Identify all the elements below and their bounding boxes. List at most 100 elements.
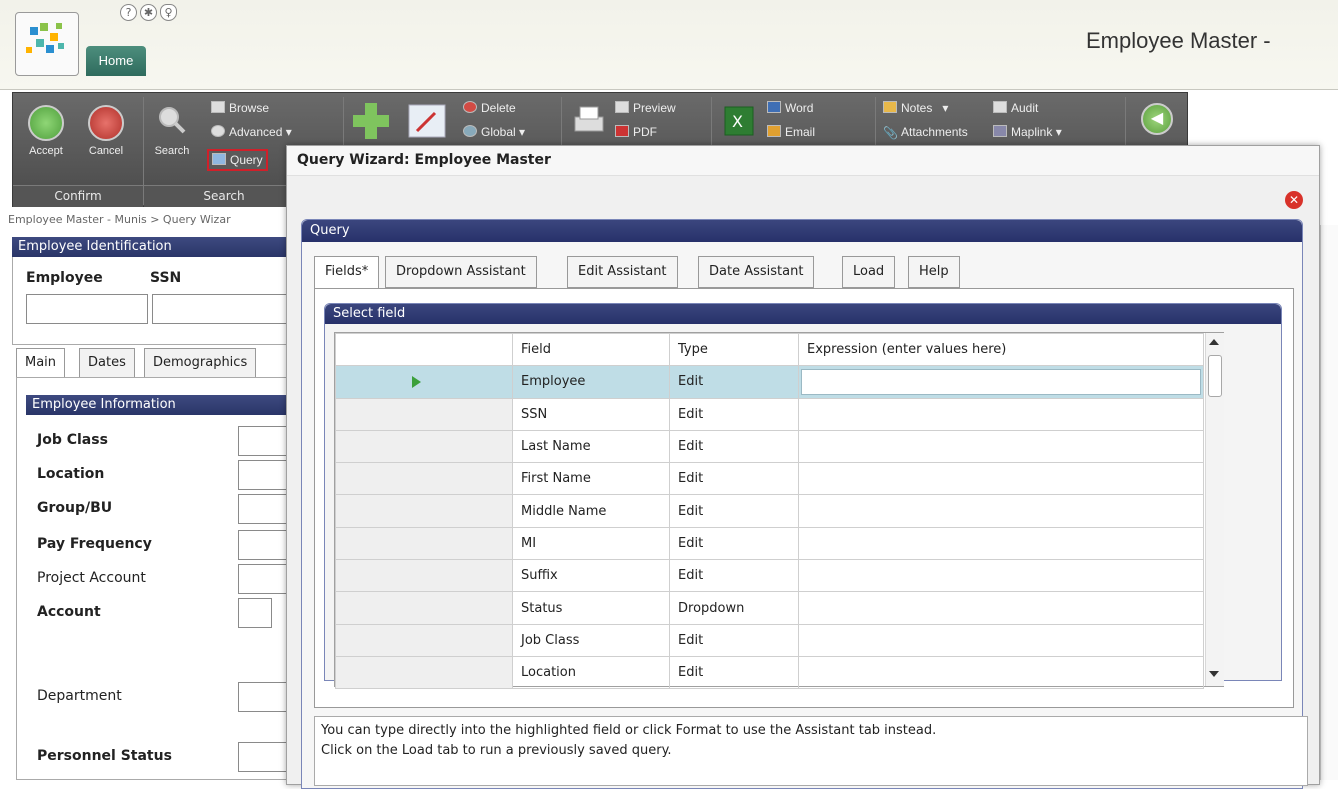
global-button[interactable]: Global ▾ (463, 125, 525, 139)
project-account-input[interactable] (238, 564, 288, 594)
row-selector[interactable] (335, 623, 513, 657)
breadcrumb[interactable]: Employee Master - Munis > Query Wizar (8, 213, 231, 226)
close-icon[interactable]: ✕ (1285, 191, 1303, 209)
tab-dropdown-assistant[interactable]: Dropdown Assistant (385, 256, 537, 288)
field-cell[interactable]: Last Name (512, 429, 670, 464)
location-input[interactable] (238, 460, 288, 490)
expression-cell[interactable] (798, 559, 1204, 593)
table-row[interactable]: Middle Name Edit (335, 494, 1204, 528)
column-header-type[interactable]: Type (669, 332, 799, 367)
table-row[interactable]: Last Name Edit (335, 429, 1204, 464)
type-cell[interactable]: Edit (669, 397, 799, 431)
advanced-button[interactable]: Advanced ▾ (211, 125, 292, 139)
tab-demographics[interactable]: Demographics (144, 348, 257, 378)
tab-main[interactable]: Main (16, 348, 66, 378)
expression-cell[interactable] (798, 591, 1204, 625)
cancel-button[interactable]: Cancel (81, 105, 131, 157)
expression-cell[interactable] (798, 623, 1204, 657)
expression-cell[interactable] (798, 655, 1204, 690)
table-row[interactable]: Job Class Edit (335, 623, 1204, 657)
table-row[interactable]: First Name Edit (335, 462, 1204, 496)
maplink-button[interactable]: Maplink ▾ (993, 125, 1062, 139)
tab-dates[interactable]: Dates (79, 348, 135, 378)
row-selector[interactable] (335, 365, 513, 399)
field-cell[interactable]: Employee (512, 365, 670, 399)
tab-help[interactable]: Help (908, 256, 960, 288)
tab-date-assistant[interactable]: Date Assistant (698, 256, 815, 288)
expression-cell[interactable] (798, 462, 1204, 496)
ssn-input[interactable] (152, 294, 288, 324)
type-cell[interactable]: Edit (669, 462, 799, 496)
table-row[interactable]: Employee Edit (335, 365, 1204, 399)
personnel-status-input[interactable] (238, 742, 288, 772)
expression-cell[interactable] (798, 494, 1204, 528)
expression-cell[interactable] (798, 526, 1204, 561)
tab-fields[interactable]: Fields* (314, 256, 380, 289)
row-selector[interactable] (335, 397, 513, 431)
tab-home[interactable]: Home (86, 46, 146, 76)
row-selector[interactable] (335, 655, 513, 690)
audit-button[interactable]: Audit (993, 101, 1038, 115)
department-input[interactable] (238, 682, 288, 712)
email-button[interactable]: Email (767, 125, 815, 139)
field-cell[interactable]: Status (512, 591, 670, 625)
expression-cell[interactable] (798, 365, 1204, 399)
expression-cell[interactable] (798, 429, 1204, 464)
browse-button[interactable]: Browse (211, 101, 269, 115)
table-row[interactable]: Suffix Edit (335, 559, 1204, 593)
back-button[interactable]: ◀ (1137, 103, 1177, 139)
excel-button[interactable]: X (719, 103, 759, 142)
accept-button[interactable]: Accept (21, 105, 71, 157)
row-selector[interactable] (335, 526, 513, 561)
field-cell[interactable]: Job Class (512, 623, 670, 657)
query-button[interactable]: Query (207, 149, 268, 171)
account-input[interactable] (238, 598, 272, 628)
field-cell[interactable]: Suffix (512, 559, 670, 593)
type-cell[interactable]: Edit (669, 559, 799, 593)
pdf-button[interactable]: PDF (615, 125, 657, 139)
type-cell[interactable]: Edit (669, 623, 799, 657)
help-icon[interactable]: ? (120, 4, 137, 21)
column-header-field[interactable]: Field (512, 332, 670, 367)
row-selector[interactable] (335, 559, 513, 593)
table-row[interactable]: Status Dropdown (335, 591, 1204, 625)
table-row[interactable]: Location Edit (335, 655, 1204, 690)
job-class-input[interactable] (238, 426, 288, 456)
attachments-button[interactable]: 📎 Attachments (883, 125, 968, 140)
expression-input[interactable] (801, 368, 1201, 395)
word-button[interactable]: Word (767, 101, 813, 115)
tab-load[interactable]: Load (842, 256, 896, 288)
group-bu-input[interactable] (238, 494, 288, 524)
preview-button[interactable]: Preview (615, 101, 676, 115)
row-selector[interactable] (335, 494, 513, 528)
type-cell[interactable]: Edit (669, 494, 799, 528)
add-button[interactable] (349, 101, 393, 144)
app-logo[interactable] (15, 12, 79, 76)
tab-edit-assistant[interactable]: Edit Assistant (567, 256, 678, 288)
expression-cell[interactable] (798, 397, 1204, 431)
field-cell[interactable]: First Name (512, 462, 670, 496)
field-cell[interactable]: Middle Name (512, 494, 670, 528)
table-row[interactable]: MI Edit (335, 526, 1204, 561)
lightbulb-icon[interactable]: ♀ (160, 4, 177, 21)
print-button[interactable] (569, 103, 609, 142)
search-button[interactable]: Search (149, 105, 195, 157)
field-cell[interactable]: Location (512, 655, 670, 690)
row-selector[interactable] (335, 591, 513, 625)
field-cell[interactable]: SSN (512, 397, 670, 431)
field-cell[interactable]: MI (512, 526, 670, 561)
grid-scrollbar[interactable] (1205, 333, 1224, 686)
row-selector[interactable] (335, 462, 513, 496)
update-button[interactable] (405, 101, 449, 144)
type-cell[interactable]: Edit (669, 365, 799, 399)
row-selector[interactable] (335, 429, 513, 464)
column-header-expression[interactable]: Expression (enter values here) (798, 332, 1204, 367)
scroll-down-icon[interactable] (1209, 671, 1219, 677)
scrollbar-thumb[interactable] (1208, 355, 1222, 397)
notes-button[interactable]: Notes ▾ (883, 101, 948, 115)
type-cell[interactable]: Dropdown (669, 591, 799, 625)
scroll-up-icon[interactable] (1209, 339, 1219, 345)
settings-gear-icon[interactable]: ✱ (140, 4, 157, 21)
table-row[interactable]: SSN Edit (335, 397, 1204, 431)
delete-button[interactable]: Delete (463, 101, 516, 115)
